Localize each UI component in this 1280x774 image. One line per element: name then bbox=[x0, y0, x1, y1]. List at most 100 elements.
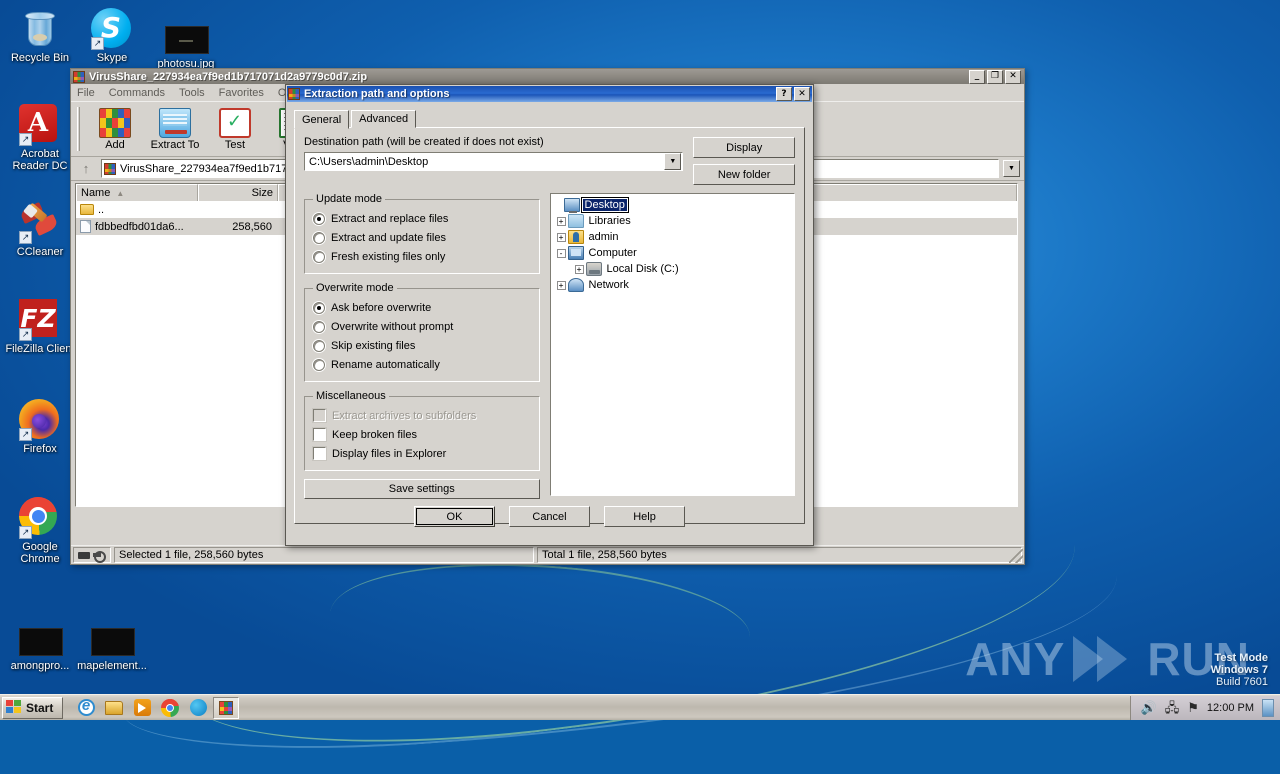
toolbar-grip[interactable] bbox=[77, 107, 80, 151]
status-icons-cell bbox=[73, 547, 111, 563]
show-desktop-button[interactable] bbox=[1262, 698, 1274, 717]
shortcut-arrow-icon: ↗ bbox=[19, 328, 32, 341]
radio-extract-and-replace[interactable]: Extract and replace files bbox=[313, 209, 531, 228]
status-selection-text: Selected 1 file, 258,560 bytes bbox=[114, 547, 534, 563]
destination-folder-tree[interactable]: Desktop + Libraries + admin - Computer +… bbox=[549, 193, 795, 496]
tree-expander-icon[interactable]: + bbox=[556, 232, 566, 242]
winrar-taskbar-icon bbox=[219, 700, 234, 715]
menu-item-tools[interactable]: Tools bbox=[179, 87, 205, 99]
save-settings-button[interactable]: Save settings bbox=[304, 479, 540, 499]
toolbar-extract-to-button[interactable]: Extract To bbox=[145, 103, 205, 155]
tree-node-admin[interactable]: + admin bbox=[553, 229, 792, 245]
tree-expander-icon[interactable]: + bbox=[556, 280, 566, 290]
filezilla-icon: FZ ↗ bbox=[4, 295, 76, 341]
desktop-icon-label: Acrobat Reader DC bbox=[12, 148, 68, 172]
column-header-size[interactable]: Size bbox=[198, 184, 278, 201]
tree-node-computer[interactable]: - Computer bbox=[553, 245, 792, 261]
desktop-icon-amongpro[interactable]: amongpro... bbox=[4, 612, 76, 672]
desktop-icon-chrome[interactable]: ↗ Google Chrome bbox=[4, 493, 76, 565]
desktop-icon-filezilla[interactable]: FZ ↗ FileZilla Client bbox=[4, 295, 76, 355]
taskbar-chrome-button[interactable] bbox=[157, 697, 183, 719]
option-label: Extract archives to subfolders bbox=[332, 409, 477, 422]
window-resize-grip[interactable] bbox=[1009, 549, 1023, 563]
radio-skip-existing-files[interactable]: Skip existing files bbox=[313, 336, 531, 355]
new-folder-button[interactable]: New folder bbox=[693, 164, 795, 185]
tree-node-libraries[interactable]: + Libraries bbox=[553, 213, 792, 229]
skype-icon: S ↗ bbox=[76, 4, 148, 50]
volume-icon[interactable]: 🔊 bbox=[1141, 701, 1157, 714]
checkbox-display-files-in-explorer[interactable]: Display files in Explorer bbox=[313, 444, 531, 463]
desktop-icon-recycle-bin[interactable]: Recycle Bin bbox=[4, 4, 76, 64]
desktop-icon-acrobat[interactable]: A ↗ Acrobat Reader DC bbox=[4, 100, 76, 172]
destination-path-combobox[interactable]: C:\Users\admin\Desktop ▼ bbox=[304, 152, 684, 171]
tree-collapse-icon[interactable]: - bbox=[556, 248, 566, 258]
option-label: Skip existing files bbox=[331, 339, 416, 352]
black-thumbnail-icon bbox=[76, 612, 148, 658]
dialog-close-button[interactable]: ✕ bbox=[794, 87, 810, 101]
taskbar-explorer-button[interactable] bbox=[101, 697, 127, 719]
up-arrow-icon[interactable]: ↑ bbox=[75, 159, 97, 179]
desktop-icon-photosu[interactable]: photosu.jpg bbox=[150, 10, 222, 70]
toolbar-test-button[interactable]: Test bbox=[205, 103, 265, 155]
tree-expander-icon[interactable]: + bbox=[556, 216, 566, 226]
tree-node-local-disk-c[interactable]: + Local Disk (C:) bbox=[553, 261, 792, 277]
desktop-icon-mapelement[interactable]: mapelement... bbox=[76, 612, 148, 672]
checkbox-extract-archives-to-subfolders: Extract archives to subfolders bbox=[313, 406, 531, 425]
desktop-icon-label: mapelement... bbox=[77, 660, 147, 672]
maximize-button[interactable]: ❐ bbox=[987, 69, 1003, 84]
desktop-icon-ccleaner[interactable]: ↗ CCleaner bbox=[4, 198, 76, 258]
menu-item-favorites[interactable]: Favorites bbox=[219, 87, 264, 99]
close-button[interactable]: ✕ bbox=[1005, 69, 1021, 84]
dialog-help-button[interactable]: ? bbox=[776, 87, 792, 101]
radio-fresh-existing-only[interactable]: Fresh existing files only bbox=[313, 247, 531, 266]
start-button[interactable]: Start bbox=[2, 696, 64, 719]
column-header-label: Size bbox=[251, 187, 273, 199]
tree-node-label: Network bbox=[588, 279, 629, 291]
taskbar-clock[interactable]: 12:00 PM bbox=[1207, 702, 1254, 714]
desktop-icon-label: Google Chrome bbox=[20, 541, 60, 565]
ok-button[interactable]: OK bbox=[414, 506, 495, 527]
action-center-flag-icon[interactable]: ⚑ bbox=[1187, 701, 1199, 714]
desktop-icon-label: FileZilla Client bbox=[5, 343, 75, 355]
toolbar-button-label: Test bbox=[224, 138, 246, 151]
chevron-down-icon[interactable]: ▼ bbox=[664, 153, 682, 170]
winrar-title-bar[interactable]: VirusShare_227934ea7f9ed1b717071d2a9779c… bbox=[71, 69, 1024, 84]
tree-node-network[interactable]: + Network bbox=[553, 277, 792, 293]
display-button[interactable]: Display bbox=[693, 137, 795, 158]
dialog-title-bar[interactable]: Extraction path and options ? ✕ bbox=[287, 86, 812, 102]
cancel-button[interactable]: Cancel bbox=[509, 506, 590, 527]
radio-button-icon bbox=[313, 339, 325, 352]
taskbar-edge-button[interactable] bbox=[185, 697, 211, 719]
extract-to-icon bbox=[159, 107, 191, 138]
menu-item-file[interactable]: File bbox=[77, 87, 95, 99]
toolbar-add-button[interactable]: Add bbox=[85, 103, 145, 155]
tree-node-desktop[interactable]: Desktop bbox=[553, 197, 792, 213]
network-icon[interactable]: 🖧 bbox=[1165, 701, 1180, 714]
tab-general[interactable]: General bbox=[294, 110, 350, 129]
menu-item-commands[interactable]: Commands bbox=[109, 87, 165, 99]
desktop-icon-skype[interactable]: S ↗ Skype bbox=[76, 4, 148, 64]
radio-rename-automatically[interactable]: Rename automatically bbox=[313, 355, 531, 374]
desktop-icon-label: CCleaner bbox=[16, 246, 64, 258]
shortcut-arrow-icon: ↗ bbox=[19, 133, 32, 146]
tree-expander-icon[interactable]: + bbox=[574, 264, 584, 274]
folder-up-icon bbox=[80, 204, 94, 215]
radio-overwrite-without-prompt[interactable]: Overwrite without prompt bbox=[313, 317, 531, 336]
column-header-name[interactable]: Name ▲ bbox=[76, 184, 198, 201]
overwrite-mode-group: Overwrite mode Ask before overwrite Over… bbox=[304, 282, 540, 382]
update-mode-group: Update mode Extract and replace files Ex… bbox=[304, 193, 540, 274]
windows-flag-icon bbox=[6, 700, 22, 715]
minimize-button[interactable]: _ bbox=[969, 69, 985, 84]
taskbar-winrar-button[interactable] bbox=[213, 696, 240, 719]
radio-extract-and-update[interactable]: Extract and update files bbox=[313, 228, 531, 247]
chevron-down-icon[interactable]: ▼ bbox=[1003, 160, 1020, 177]
checkbox-keep-broken-files[interactable]: Keep broken files bbox=[313, 425, 531, 444]
tab-advanced[interactable]: Advanced bbox=[351, 110, 417, 128]
taskbar-internet-explorer-button[interactable] bbox=[73, 697, 99, 719]
taskbar-media-player-button[interactable] bbox=[129, 697, 155, 719]
help-button[interactable]: Help bbox=[604, 506, 685, 527]
radio-ask-before-overwrite[interactable]: Ask before overwrite bbox=[313, 298, 531, 317]
option-label: Extract and update files bbox=[331, 231, 446, 244]
desktop-icon-firefox[interactable]: ↗ Firefox bbox=[4, 395, 76, 455]
image-file-icon bbox=[150, 10, 222, 56]
